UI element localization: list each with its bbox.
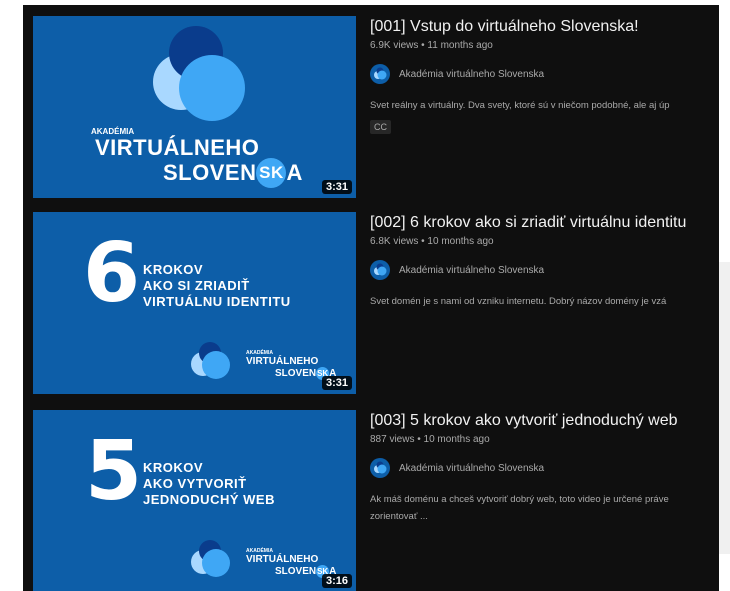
- logo-line2a: SLOVEN: [275, 368, 317, 379]
- video-title[interactable]: [002] 6 krokov ako si zriadiť virtuálnu …: [370, 212, 719, 234]
- video-info: [001] Vstup do virtuálneho Slovenska! 6.…: [370, 16, 719, 135]
- thumbnail-title-line2b: A: [286, 160, 303, 185]
- duration-badge: 3:31: [321, 180, 352, 194]
- logo-line2a: SLOVEN: [275, 566, 317, 577]
- video-meta: 6.8K views • 10 months ago: [370, 236, 494, 247]
- video-info: [003] 5 krokov ako vytvoriť jednoduchý w…: [370, 410, 719, 524]
- video-thumbnail[interactable]: 5 KROKOV AKO VYTVORIŤ JEDNODUCHÝ WEB AKA…: [33, 410, 356, 591]
- video-thumbnail[interactable]: AKADÉMIA VIRTUÁLNEHO SLOVEN SK A 3:31: [33, 16, 356, 198]
- video-description: Ak máš doménu a chceš vytvoriť dobrý web…: [370, 494, 669, 505]
- channel-name: Akadémia virtuálneho Slovenska: [399, 462, 545, 474]
- video-title[interactable]: [003] 5 krokov ako vytvoriť jednoduchý w…: [370, 410, 719, 432]
- cc-badge: CC: [370, 120, 391, 134]
- channel-avatar-icon: [374, 67, 387, 80]
- thumbnail-line2: AKO SI ZRIADIŤ: [143, 278, 250, 293]
- thumbnail-number: 6: [83, 226, 141, 321]
- avatar: [370, 260, 390, 280]
- thumbnail-sk-badge: SK: [256, 158, 287, 188]
- channel-name: Akadémia virtuálneho Slovenska: [399, 68, 545, 80]
- channel-avatar-icon: [374, 263, 387, 276]
- thumbnail-number: 5: [85, 424, 143, 519]
- channel-link[interactable]: Akadémia virtuálneho Slovenska: [370, 260, 719, 280]
- video-thumbnail[interactable]: 6 KROKOV AKO SI ZRIADIŤ VIRTUÁLNU IDENTI…: [33, 212, 356, 394]
- channel-link[interactable]: Akadémia virtuálneho Slovenska: [370, 458, 719, 478]
- thumbnail-line3: JEDNODUCHÝ WEB: [143, 492, 275, 507]
- video-description: Svet domén je s nami od vzniku internetu…: [370, 296, 667, 307]
- channel-name: Akadémia virtuálneho Slovenska: [399, 264, 545, 276]
- logo-line1: VIRTUÁLNEHO: [246, 356, 319, 367]
- video-meta: 887 views • 10 months ago: [370, 434, 490, 445]
- thumbnail-line1: KROKOV: [143, 460, 204, 475]
- duration-badge: 3:31: [321, 376, 352, 390]
- thumbnail-title-line2: SLOVEN SK A: [163, 158, 303, 188]
- duration-badge: 3:16: [321, 574, 352, 588]
- video-item[interactable]: 6 KROKOV AKO SI ZRIADIŤ VIRTUÁLNU IDENTI…: [23, 201, 719, 394]
- avatar: [370, 458, 390, 478]
- video-description-line2: zorientovať ...: [370, 511, 428, 522]
- channel-logo-graphic: [191, 540, 230, 577]
- video-meta: 6.9K views • 11 months ago: [370, 40, 493, 51]
- logo-line1: VIRTUÁLNEHO: [246, 554, 319, 565]
- background-edge: [719, 262, 730, 554]
- video-title[interactable]: [001] Vstup do virtuálneho Slovenska!: [370, 16, 719, 38]
- avatar: [370, 64, 390, 84]
- video-item[interactable]: 5 KROKOV AKO VYTVORIŤ JEDNODUCHÝ WEB AKA…: [23, 399, 719, 591]
- thumbnail-line3: VIRTUÁLNU IDENTITU: [143, 294, 291, 309]
- video-item[interactable]: AKADÉMIA VIRTUÁLNEHO SLOVEN SK A 3:31 [001…: [23, 5, 719, 198]
- channel-logo-graphic: [191, 342, 230, 379]
- video-info: [002] 6 krokov ako si zriadiť virtuálnu …: [370, 212, 719, 310]
- video-list: AKADÉMIA VIRTUÁLNEHO SLOVEN SK A 3:31 [001…: [23, 5, 719, 591]
- video-description: Svet reálny a virtuálny. Dva svety, ktor…: [370, 100, 670, 111]
- channel-link[interactable]: Akadémia virtuálneho Slovenska: [370, 64, 719, 84]
- thumbnail-line2: AKO VYTVORIŤ: [143, 476, 247, 491]
- channel-avatar-icon: [374, 461, 387, 474]
- thumbnail-line1: KROKOV: [143, 262, 204, 277]
- thumbnail-title-line2a: SLOVEN: [163, 160, 257, 185]
